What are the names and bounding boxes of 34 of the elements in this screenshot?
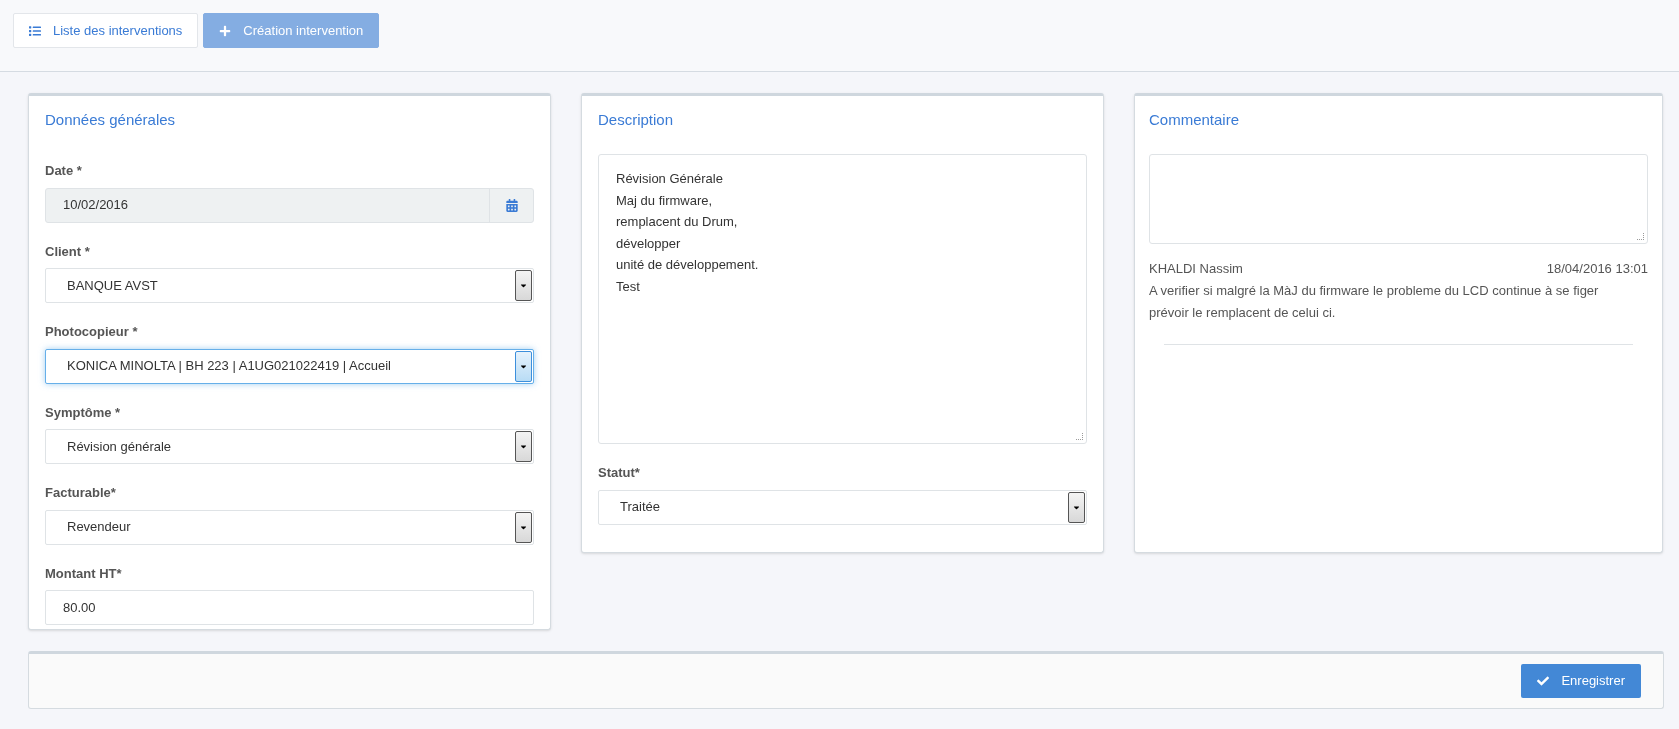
- select-field[interactable]: BANQUE AVST: [45, 268, 534, 303]
- field-label: Client *: [45, 242, 91, 261]
- dropdown-caret-icon[interactable]: [515, 511, 532, 543]
- input-field[interactable]: 80.00: [45, 590, 534, 625]
- list-icon: [29, 24, 41, 37]
- description-textarea[interactable]: Révision Générale Maj du firmware, remplacent du Drum, développer unité de développement. Test: [598, 154, 1087, 444]
- panel-title: Commentaire: [1149, 110, 1241, 130]
- comment-text: A verifier si malgré la MàJ du firmware le probleme du LCD continue à se figer prévoir le remplacent de celui ci.: [1149, 281, 1600, 322]
- plus-icon: [219, 24, 232, 37]
- field-label: Photocopieur *: [45, 323, 139, 341]
- field-label: Statut*: [598, 464, 641, 482]
- field-label: Symptôme *: [45, 403, 122, 422]
- list-button[interactable]: Liste des interventions: [13, 13, 199, 48]
- select-field[interactable]: KONICA MINOLTA | BH 223 | A1UG021022419 | Accueil: [45, 348, 534, 384]
- calendar-icon[interactable]: [505, 198, 518, 212]
- panel-title: Description: [598, 110, 675, 130]
- field-label: Facturable*: [45, 484, 117, 502]
- dropdown-caret-icon[interactable]: [1068, 491, 1085, 523]
- select-field[interactable]: Traitée: [598, 489, 1087, 525]
- dropdown-caret-icon[interactable]: [515, 431, 532, 462]
- check-icon: [1537, 675, 1550, 687]
- select-field[interactable]: Revendeur: [45, 509, 534, 545]
- field-label: Date *: [45, 162, 83, 180]
- comment-time: 18/04/2016 13:01: [1546, 260, 1648, 278]
- panel-title: Données générales: [45, 110, 177, 130]
- dropdown-caret-icon[interactable]: [515, 270, 532, 301]
- date-field[interactable]: 10/02/2016: [45, 187, 534, 223]
- resize-grip-icon[interactable]: [1637, 233, 1644, 240]
- select-field[interactable]: Révision générale: [45, 429, 534, 464]
- resize-grip-icon[interactable]: [1076, 433, 1083, 440]
- save-button[interactable]: Enregistrer: [1521, 664, 1641, 698]
- dropdown-caret-icon[interactable]: [515, 350, 532, 382]
- comment-author: KHALDI Nassim: [1149, 260, 1243, 278]
- field-label: Montant HT*: [45, 564, 123, 583]
